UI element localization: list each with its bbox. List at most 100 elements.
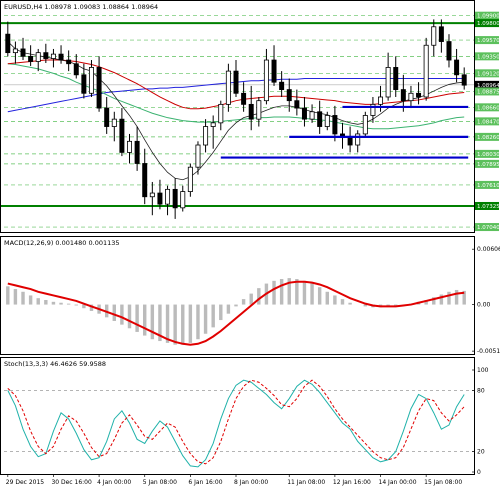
bullish-candle-body	[324, 115, 330, 127]
x-tick-label: 12 Jan 16:00	[333, 479, 371, 486]
x-tick-label: 4 Jan 00:00	[97, 479, 131, 486]
bullish-candle-body	[218, 103, 224, 124]
bullish-candle-body	[203, 126, 209, 146]
macd-y-tick-label: -0.005105	[477, 348, 500, 355]
bullish-candle-body	[88, 67, 94, 94]
macd-panel: 0.006069 0.00 -0.005105	[6, 246, 500, 355]
x-tick-label: 6 Jan 16:00	[188, 479, 222, 486]
bearish-candle-body	[73, 63, 79, 76]
main-panel-frame	[0, 0, 475, 233]
bearish-candle-body	[241, 92, 247, 105]
bearish-candle-body	[461, 74, 467, 86]
bearish-candle-body	[58, 53, 64, 61]
bullish-candle-body	[309, 111, 315, 120]
bearish-candle-body	[81, 74, 87, 94]
bullish-candle-body	[256, 100, 262, 120]
grid-level-price-label: 1.07610	[477, 183, 500, 189]
bullish-candle-body	[165, 188, 171, 205]
trading-chart-window: 1.09900 1.09800 1.09570 1.09350 1.09120 1.089…	[0, 0, 500, 488]
bullish-candle-body	[149, 192, 155, 198]
stoch-y-tick-label: 0	[477, 469, 481, 476]
grid-level-price-label: 1.08030	[477, 152, 500, 158]
grid-level-price-label: 1.07040	[477, 225, 500, 231]
bullish-candle-body	[180, 191, 186, 209]
bearish-candle-body	[286, 89, 292, 102]
stoch-panel-frame	[0, 357, 475, 475]
bearish-candle-body	[66, 59, 72, 65]
bullish-candle-body	[385, 67, 391, 98]
bearish-candle-body	[142, 163, 148, 198]
grid-level-price-label: 1.08875	[477, 89, 500, 95]
chart-canvas: 1.099001.098001.095701.093501.091201.089…	[0, 0, 500, 486]
bullish-candle-body	[50, 53, 56, 59]
bearish-candle-body	[134, 140, 140, 164]
stoch-y-tick-label: 20	[477, 449, 485, 456]
bullish-candle-body	[127, 140, 133, 153]
bullish-candle-body	[35, 52, 41, 62]
macd-signal-line	[7, 280, 465, 346]
bearish-candle-body	[332, 115, 338, 135]
time-axis: 29 Dec 2015 30 Dec 16:00 4 Jan 00:00 5 Jan …	[6, 474, 462, 486]
bearish-candle-body	[96, 67, 102, 109]
x-tick-label: 14 Jan 00:00	[379, 479, 417, 486]
x-tick-label: 29 Dec 2015	[6, 479, 45, 486]
x-tick-label: 15 Jan 08:00	[424, 479, 462, 486]
bearish-candle-body	[119, 118, 125, 153]
stoch-y-tick-label: 80	[477, 387, 485, 394]
bearish-candle-body	[104, 107, 110, 127]
bullish-candle-body	[263, 59, 269, 102]
bullish-candle-body	[187, 166, 193, 192]
stoch-title: Stoch(13,3,3) 46.4626 59.9588	[4, 360, 106, 368]
bearish-candle-body	[5, 33, 11, 54]
grid-level-price-label: 1.07895	[477, 162, 500, 168]
bearish-candle-body	[157, 192, 163, 205]
stochastic-panel: 100 80 20 0	[4, 367, 489, 476]
bullish-candle-body	[378, 96, 384, 105]
bearish-candle-body	[28, 55, 34, 62]
bullish-candle-body	[355, 133, 361, 146]
bearish-candle-body	[233, 70, 239, 94]
bearish-candle-body	[301, 107, 307, 120]
grid-level-price-label: 1.08470	[477, 119, 500, 125]
bearish-candle-body	[294, 100, 300, 109]
macd-y-tick-label: 0.006069	[477, 246, 500, 253]
x-tick-label: 5 Jan 08:00	[143, 479, 177, 486]
grid-level-price-label: 1.08260	[477, 135, 500, 141]
bearish-candle-body	[279, 81, 285, 90]
bearish-candle-body	[393, 67, 399, 90]
grid-level-price-label: 1.09120	[477, 71, 500, 77]
bullish-candle-body	[210, 122, 216, 127]
bearish-candle-body	[271, 59, 277, 83]
x-tick-label: 8 Jan 00:00	[234, 479, 268, 486]
x-tick-label: 11 Jan 08:00	[287, 479, 325, 486]
bearish-candle-body	[43, 52, 49, 59]
x-tick-label: 30 Dec 16:00	[51, 479, 92, 486]
bullish-candle-body	[362, 115, 368, 135]
macd-panel-frame	[0, 236, 475, 355]
bullish-candle-body	[12, 48, 18, 54]
bearish-candle-body	[20, 48, 26, 57]
stoch-y-tick-label: 100	[477, 367, 489, 374]
bullish-candle-body	[111, 118, 117, 127]
bearish-candle-body	[454, 59, 460, 76]
bearish-candle-body	[416, 92, 422, 98]
grid-level-price-label: 1.09350	[477, 54, 500, 60]
grid-level-price-label: 1.09900	[477, 14, 500, 20]
bullish-candle-body	[195, 144, 201, 168]
key-level-price-label: 1.07325	[477, 204, 500, 210]
bullish-candle-body	[423, 44, 429, 98]
bearish-candle-body	[248, 103, 254, 120]
bearish-candle-body	[172, 188, 178, 209]
bearish-candle-body	[347, 137, 353, 146]
bullish-candle-body	[225, 70, 231, 105]
bullish-candle-body	[408, 92, 414, 102]
key-level-price-label: 1.09800	[477, 21, 500, 27]
bullish-candle-body	[431, 26, 437, 46]
macd-y-tick-label: 0.00	[477, 302, 491, 309]
stoch-main-line	[7, 379, 465, 468]
main-chart-title: EURUSD,H4 1.08978 1.09083 1.08864 1.0896…	[4, 3, 158, 11]
main-price-panel: 1.099001.098001.095701.093501.091201.089…	[1, 11, 500, 232]
bearish-candle-body	[317, 111, 323, 127]
bearish-candle-body	[400, 89, 406, 102]
grid-level-price-label: 1.09570	[477, 38, 500, 44]
